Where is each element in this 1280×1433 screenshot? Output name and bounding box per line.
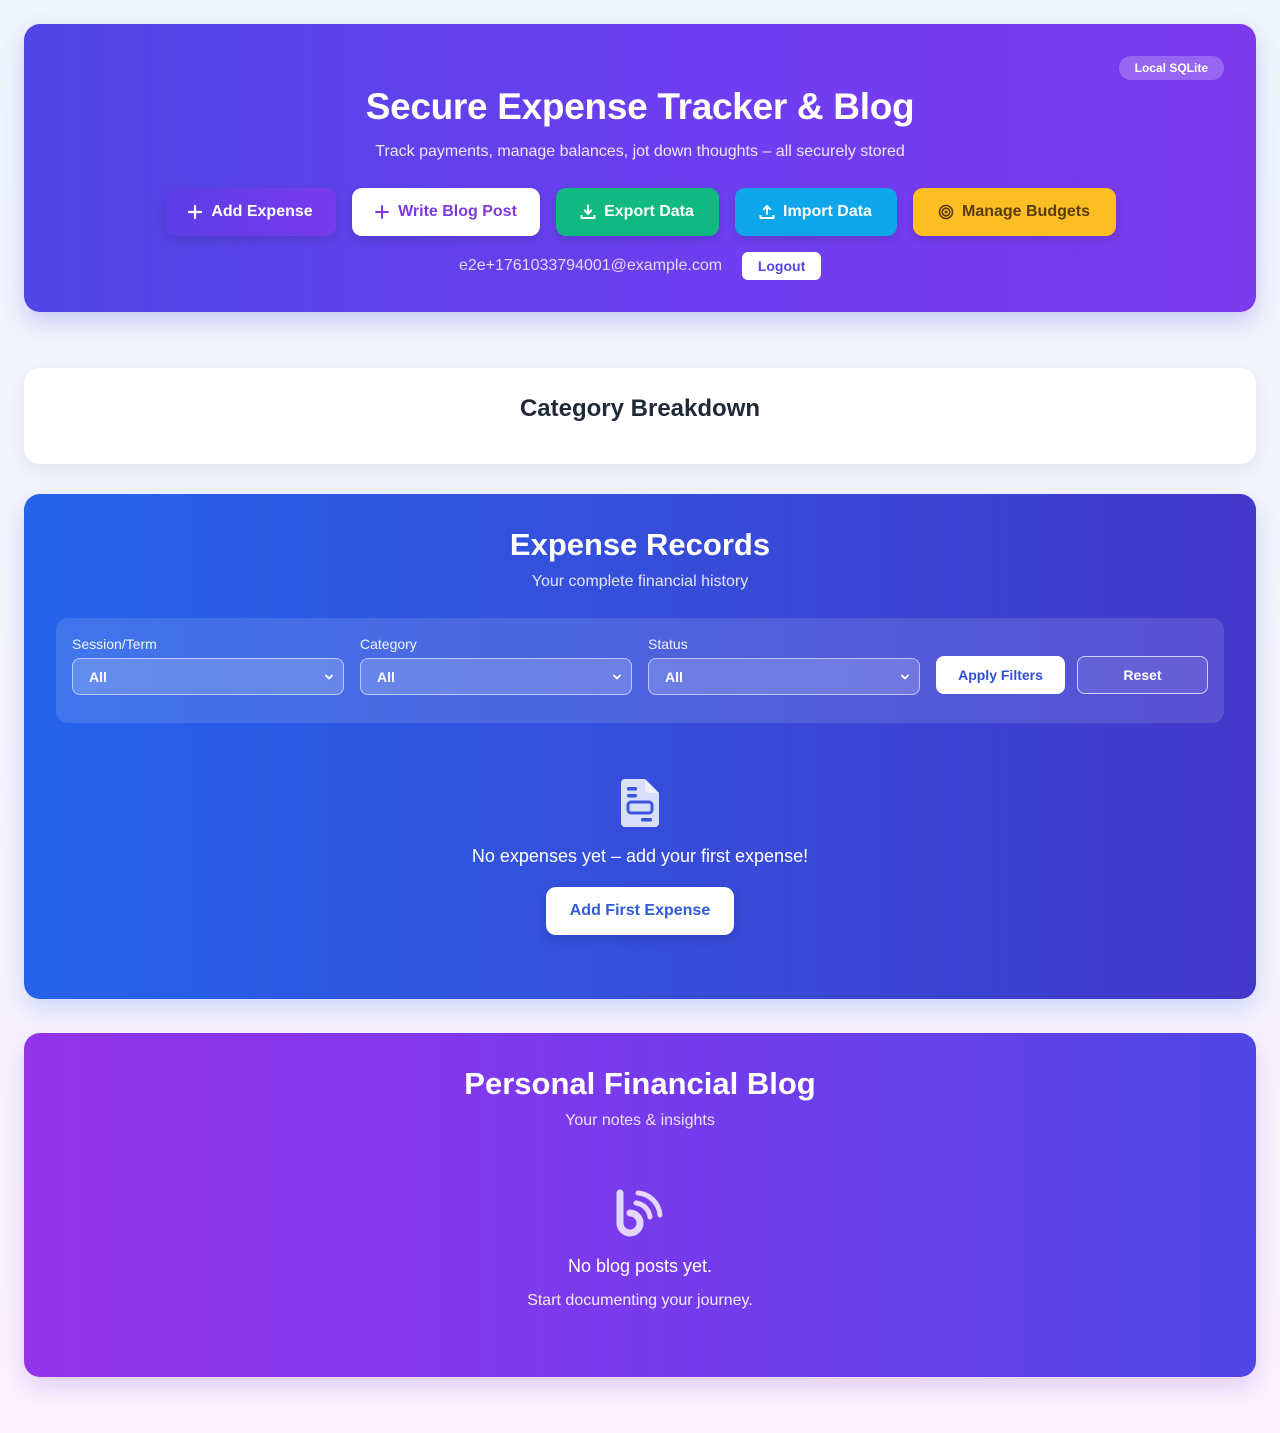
plus-icon: [375, 205, 390, 219]
manage-budgets-label: Manage Budgets: [961, 203, 1090, 220]
target-icon: [938, 204, 954, 220]
category-filter: Category All: [360, 636, 632, 695]
page-subtitle: Track payments, manage balances, jot dow…: [375, 143, 905, 160]
storage-badge: Local SQLite: [1118, 56, 1224, 80]
export-data-button[interactable]: Export Data: [555, 188, 719, 236]
category-select-value: All: [377, 668, 395, 685]
empty-blog-title: No blog posts yet.: [567, 1256, 713, 1276]
expense-records-card: Expense Records Your complete financial …: [24, 494, 1256, 999]
expense-records-subtitle: Your complete financial history: [531, 573, 749, 590]
plus-icon: [188, 204, 203, 220]
manage-budgets-button[interactable]: Manage Budgets: [912, 188, 1116, 236]
reset-filters-button[interactable]: Reset: [1077, 656, 1208, 694]
user-email: e2e+1761033794001@example.com: [458, 257, 723, 274]
action-toolbar: Add Expense Write Blog Post Export Data …: [24, 188, 1256, 236]
logout-button[interactable]: Logout: [742, 252, 822, 280]
filter-panel: Session/Term All Category All Status All…: [56, 618, 1224, 723]
chevron-down-icon: [613, 674, 621, 679]
status-filter-label: Status: [648, 636, 688, 652]
apply-filters-button[interactable]: Apply Filters: [936, 656, 1065, 694]
user-bar: e2e+1761033794001@example.com Logout: [24, 252, 1256, 280]
status-select[interactable]: All: [648, 658, 920, 695]
category-filter-label: Category: [360, 636, 417, 652]
import-data-button[interactable]: Import Data: [734, 188, 897, 236]
blog-feed-icon: [616, 1189, 663, 1237]
empty-blog-subtitle: Start documenting your journey.: [527, 1292, 753, 1309]
add-expense-label: Add Expense: [211, 203, 313, 220]
status-filter: Status All: [648, 636, 920, 695]
chevron-down-icon: [901, 674, 909, 679]
chevron-down-icon: [325, 674, 333, 679]
category-breakdown-card: Category Breakdown: [24, 368, 1256, 464]
download-icon: [580, 204, 596, 219]
import-data-label: Import Data: [783, 203, 872, 220]
upload-icon: [759, 205, 775, 219]
session-select[interactable]: All: [72, 658, 344, 695]
file-invoice-icon: [621, 779, 659, 827]
session-filter-label: Session/Term: [72, 636, 157, 652]
category-breakdown-title: Category Breakdown: [519, 395, 761, 422]
write-blog-post-button[interactable]: Write Blog Post: [351, 188, 540, 236]
category-select[interactable]: All: [360, 658, 632, 695]
add-first-expense-button[interactable]: Add First Expense: [546, 887, 734, 935]
write-blog-post-label: Write Blog Post: [398, 203, 517, 220]
header-card: Local SQLite Secure Expense Tracker & Bl…: [24, 24, 1256, 312]
empty-expenses-message: No expenses yet – add your first expense…: [471, 846, 809, 866]
status-select-value: All: [665, 668, 683, 685]
expense-records-title: Expense Records: [509, 527, 771, 562]
page-title: Secure Expense Tracker & Blog: [365, 86, 915, 127]
blog-card: Personal Financial Blog Your notes & ins…: [24, 1033, 1256, 1377]
export-data-label: Export Data: [604, 203, 694, 220]
blog-subtitle: Your notes & insights: [565, 1112, 715, 1129]
add-expense-button[interactable]: Add Expense: [164, 188, 336, 236]
session-select-value: All: [89, 668, 107, 685]
session-filter: Session/Term All: [72, 636, 344, 695]
blog-title: Personal Financial Blog: [464, 1066, 816, 1101]
